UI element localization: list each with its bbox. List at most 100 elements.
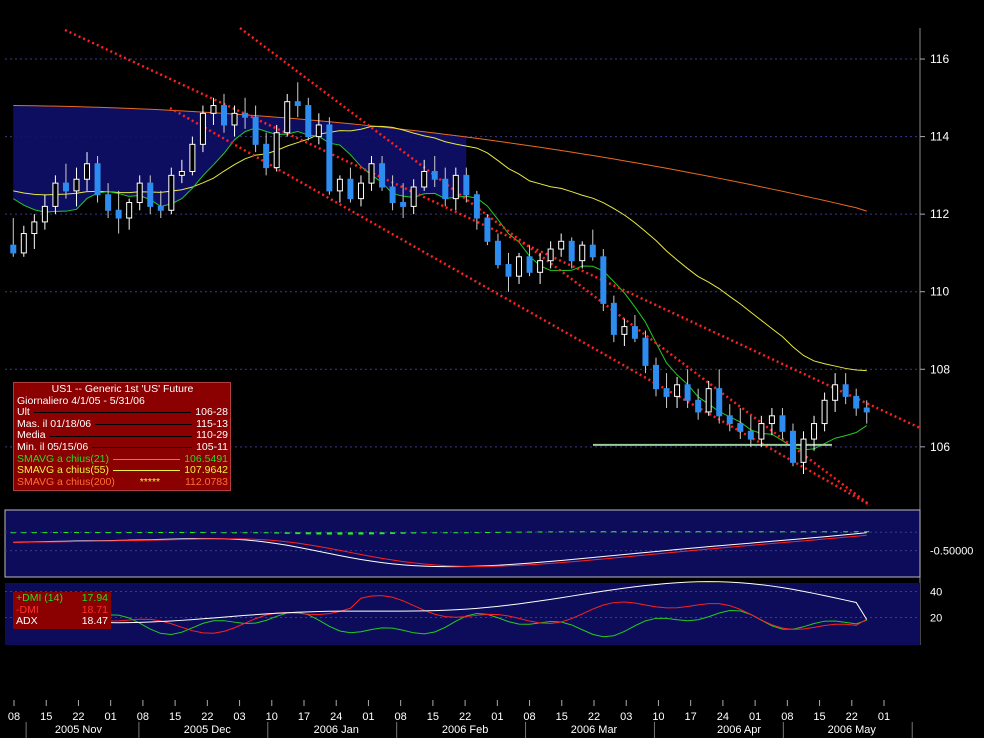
x-month-label: 2006 May [828,724,877,736]
legend-row: SMAVG a chius(200) ***** 112.0783 [17,475,228,489]
candle-body [294,101,301,107]
candle-body [726,415,733,425]
macd-histogram-bar [727,531,733,533]
macd-histogram-bar [337,532,343,535]
macd-histogram-bar [316,532,322,535]
candle-body [684,384,691,401]
macd-histogram-bar [664,531,670,533]
candle-body [621,326,628,335]
macd-histogram-bar [421,532,427,534]
candle-body [452,174,459,200]
candle-body [221,105,227,126]
candle-body [231,112,238,126]
dmi-tick-label: 20 [930,613,942,625]
macd-histogram-bar [52,532,58,534]
candle-body [157,205,164,211]
macd-histogram-bar [358,532,364,535]
macd-histogram-bar [284,532,290,534]
x-month-label: 2006 Jan [314,724,359,736]
x-axis: 08 15 22 01 08 15 22 03 10 17 24 01 08 15 22 01 08 15 22 03… [8,700,913,738]
macd-histogram-bar [453,532,459,534]
candle-body [579,244,586,262]
candle-body [758,423,765,440]
macd-histogram-bar [369,532,375,535]
candle-body [463,174,470,196]
legend-row-value: 105-11 [196,440,228,453]
dmi-panel: 2040 [5,581,942,645]
candle-body [189,143,196,172]
candle-body [379,163,386,188]
candle-body [52,182,59,207]
legend-row: Min. il 05/15/06 105-11 [17,440,228,454]
x-tick-label: 01 [749,711,761,723]
candle-body [473,194,480,219]
macd-histogram-bar [537,531,543,533]
candle-body [442,178,449,200]
x-tick-label: 15 [40,711,52,723]
legend-row-value: 112.0783 [184,475,228,488]
macd-histogram-bar [147,532,153,534]
candle-body [115,209,122,219]
macd-histogram-bar [569,531,575,533]
x-tick-label: 24 [330,711,342,723]
chart-canvas: 106108110112114116 -0.50000 2040 08 15 22 0… [4,27,973,738]
candle-body [242,112,249,118]
candle-body [663,388,670,397]
candle-body [853,395,860,409]
legend-row-label: SMAVG a chius(200) [17,475,115,488]
price-tick-label: 112 [930,207,949,221]
macd-histogram-bar [548,531,554,533]
dmi-legend: +DMI (14) 17.94 -DMI 18.71 ADX 18.47 [13,592,111,629]
x-month-label: 2006 Apr [717,724,761,736]
candle-body [94,163,101,196]
macd-histogram-bar [326,532,332,535]
macd-histogram-bar [137,532,143,534]
candle-body [610,302,617,335]
macd-histogram-bar [295,532,301,535]
legend-row-swatch [95,424,193,426]
dmi-legend-label: ADX [16,615,38,628]
macd-histogram-bar [853,531,859,533]
macd-histogram-bar [105,532,111,534]
macd-histogram-bar [73,532,79,534]
macd-histogram-bar [769,531,775,533]
candle-body [537,260,544,273]
macd-histogram-bar [579,531,585,533]
candle-body [62,182,69,192]
x-tick-label: 01 [491,711,503,723]
candle-body [811,423,818,440]
candle-body [421,170,428,188]
candle-body [568,240,575,262]
candle-body [10,244,17,254]
candle-body [147,182,154,207]
legend-row-swatch [113,470,181,472]
macd-histogram-bar [305,532,311,535]
legend-row-swatch [49,435,193,437]
macd-histogram-bar [495,531,501,533]
dmi-legend-value: 18.47 [81,615,108,628]
macd-histogram-bar [379,532,385,535]
candle-body [105,194,112,211]
macd-histogram-bar [558,531,564,533]
price-tick-label: 108 [930,362,950,376]
dmi-legend-value: 17.94 [81,592,108,604]
candle-body [600,256,607,304]
x-tick-label: 15 [556,711,568,723]
macd-histogram-bar [653,531,659,533]
macd-histogram-bar [843,531,849,533]
candle-body [126,202,133,219]
candle-body [168,174,175,211]
candle-body [779,415,786,432]
x-tick-label: 22 [459,711,471,723]
candle-body [653,364,659,390]
x-tick-label: 03 [233,711,245,723]
x-tick-label: 08 [781,711,793,723]
x-tick-label: 01 [878,711,890,723]
candle-body [315,124,322,138]
x-tick-label: 01 [105,711,117,723]
x-tick-label: 08 [8,711,20,723]
x-tick-label: 08 [137,711,149,723]
dmi-tick-label: 40 [930,587,942,599]
macd-histogram-bar [10,532,16,534]
candle-body [20,233,27,254]
